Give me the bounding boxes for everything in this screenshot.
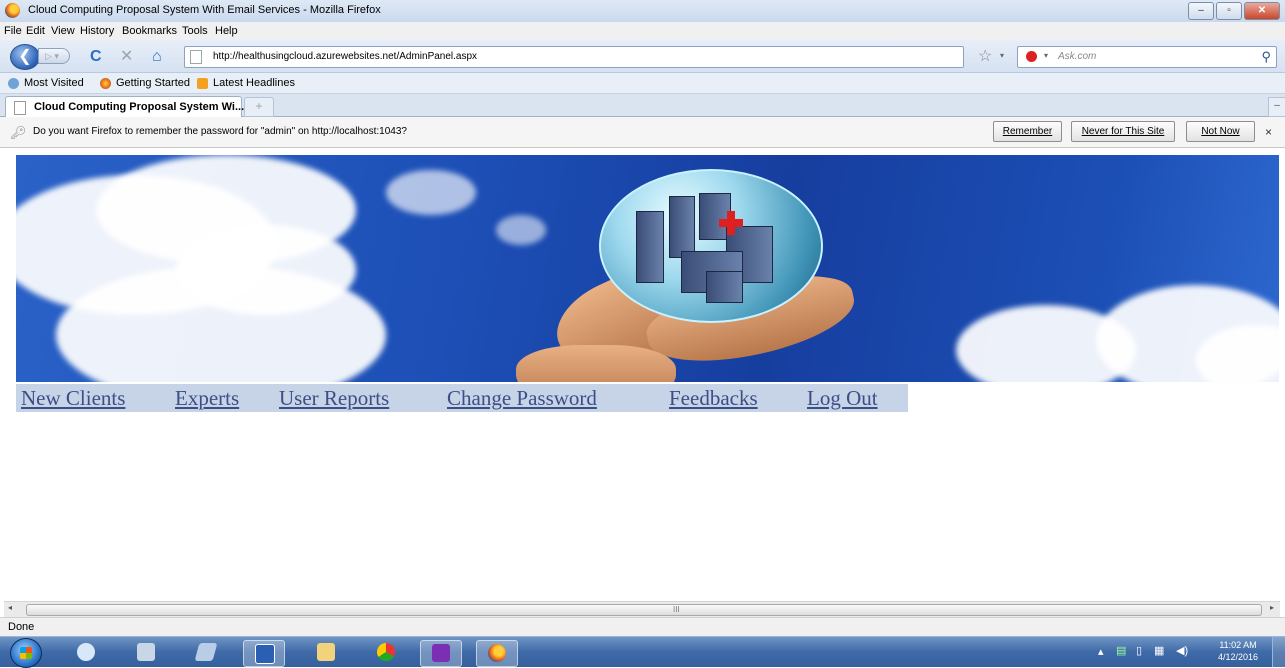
volume-icon[interactable]: ◀) [1176, 644, 1188, 657]
word-icon [255, 644, 275, 664]
nav-change-password-link[interactable]: Change Password [447, 386, 597, 411]
remember-button[interactable]: Remember [993, 121, 1062, 142]
close-notification-icon[interactable]: × [1265, 125, 1272, 139]
admin-navigation: New Clients Experts User Reports Change … [16, 384, 908, 412]
windows-logo-icon [20, 647, 32, 659]
clock-date: 4/12/2016 [1217, 652, 1259, 662]
bookmarks-toolbar: Most Visited Getting Started Latest Head… [0, 73, 1285, 94]
navigation-toolbar: ❮ ▷ ▾ C ✕ ⌂ http://healthusingcloud.azur… [0, 40, 1285, 73]
search-box[interactable]: ▾ Ask.com ⚲ [1017, 46, 1277, 68]
scrollbar-grip: III [673, 605, 680, 614]
menu-file[interactable]: File [4, 25, 22, 37]
cloud-city-globe [599, 169, 823, 323]
paint-icon [77, 643, 95, 661]
folder-icon [317, 643, 335, 661]
url-bar[interactable]: http://healthusingcloud.azurewebsites.ne… [184, 46, 964, 68]
tab-list-icon[interactable]: – [1268, 97, 1285, 117]
horizontal-scrollbar[interactable]: ◂ III ▸ [4, 601, 1280, 617]
search-icon[interactable]: ⚲ [1261, 49, 1271, 65]
menu-help[interactable]: Help [215, 25, 238, 37]
nav-log-out-link[interactable]: Log Out [807, 386, 878, 411]
battery-icon[interactable]: ▯ [1136, 644, 1142, 657]
bookmark-getting-started[interactable]: Getting Started [116, 77, 190, 89]
clock-time: 11:02 AM [1219, 640, 1257, 650]
visual-studio-icon [432, 644, 450, 662]
engine-dropdown-icon[interactable]: ▾ [1044, 51, 1048, 60]
menu-edit[interactable]: Edit [26, 25, 45, 37]
taskbar-notes-app[interactable] [186, 640, 226, 665]
forward-button[interactable]: ▷ ▾ [38, 48, 70, 64]
remember-label: Remember [1002, 126, 1053, 137]
rss-feed-icon [197, 78, 208, 89]
ask-logo-icon [1026, 51, 1037, 62]
nav-new-clients-link[interactable]: New Clients [21, 386, 125, 411]
bookmark-latest-headlines[interactable]: Latest Headlines [213, 77, 295, 89]
firefox-icon [100, 78, 111, 89]
taskbar-firefox-app[interactable] [476, 640, 518, 667]
window-title: Cloud Computing Proposal System With Ema… [28, 4, 381, 16]
scroll-right-icon[interactable]: ▸ [1270, 603, 1274, 612]
tray-app-icon[interactable]: ▤ [1116, 644, 1126, 657]
status-text: Done [8, 621, 35, 633]
taskbar-word-app[interactable] [243, 640, 285, 667]
page-icon [190, 50, 202, 64]
password-notification-bar: 🔑︎ Do you want Firefox to remember the p… [0, 117, 1285, 148]
most-visited-icon [8, 78, 19, 89]
not-now-label: Not Now [1201, 126, 1240, 137]
show-desktop-button[interactable] [1272, 637, 1285, 667]
menu-bar: File Edit View History Bookmarks Tools H… [0, 22, 1285, 40]
status-bar: Done [0, 617, 1285, 636]
firefox-icon [488, 644, 506, 662]
not-now-button[interactable]: Not Now [1186, 121, 1255, 142]
tab-title: Cloud Computing Proposal System Wi... [34, 101, 245, 113]
menu-history[interactable]: History [80, 25, 114, 37]
reload-icon[interactable]: C [90, 49, 102, 65]
chrome-icon [377, 643, 395, 661]
scroll-left-icon[interactable]: ◂ [8, 603, 12, 612]
taskbar-explorer-app[interactable] [306, 640, 346, 665]
back-button[interactable]: ❮ [10, 44, 40, 70]
bookmark-most-visited[interactable]: Most Visited [24, 77, 84, 89]
taskbar-paint-app[interactable] [66, 640, 106, 665]
minimize-icon[interactable]: – [1188, 2, 1214, 20]
url-text[interactable]: http://healthusingcloud.azurewebsites.ne… [213, 51, 477, 62]
firefox-icon [5, 3, 20, 18]
taskbar-chrome-app[interactable] [366, 640, 406, 665]
tab-strip: Cloud Computing Proposal System Wi... + … [0, 94, 1285, 117]
bookmark-star-icon[interactable]: ☆ [978, 46, 992, 66]
start-button[interactable] [10, 638, 42, 668]
stop-icon[interactable]: ✕ [120, 49, 133, 65]
never-for-this-site-button[interactable]: Never for This Site [1071, 121, 1175, 142]
page-icon [14, 101, 26, 115]
nav-experts-link[interactable]: Experts [175, 386, 239, 411]
network-icon[interactable]: ▦ [1154, 644, 1164, 657]
never-label: Never for This Site [1081, 126, 1165, 137]
taskbar-visual-studio-app[interactable] [420, 640, 462, 667]
nav-user-reports-link[interactable]: User Reports [279, 386, 389, 411]
dropdown-arrow-icon[interactable]: ▾ [1000, 51, 1004, 60]
tab-active[interactable]: Cloud Computing Proposal System Wi... [5, 96, 245, 117]
header-banner-image [16, 155, 1279, 382]
window-title-bar: Cloud Computing Proposal System With Ema… [0, 0, 1285, 23]
maximize-icon[interactable]: ▫ [1216, 2, 1242, 20]
nav-feedbacks-link[interactable]: Feedbacks [669, 386, 758, 411]
new-tab-button[interactable]: + [244, 97, 274, 117]
scrollbar-thumb[interactable]: III [26, 604, 1262, 616]
menu-view[interactable]: View [51, 25, 75, 37]
taskbar-calculator-app[interactable] [126, 640, 166, 665]
menu-tools[interactable]: Tools [182, 25, 208, 37]
notes-icon [194, 643, 218, 661]
notification-message: Do you want Firefox to remember the pass… [33, 126, 407, 137]
menu-bookmarks[interactable]: Bookmarks [122, 25, 177, 37]
system-clock[interactable]: 11:02 AM 4/12/2016 [1208, 639, 1268, 663]
close-icon[interactable]: ✕ [1244, 2, 1280, 20]
home-icon[interactable]: ⌂ [152, 49, 162, 65]
calculator-icon [137, 643, 155, 661]
show-hidden-icons-icon[interactable]: ▴ [1098, 645, 1104, 658]
windows-taskbar: ▴ ▤ ▯ ▦ ◀) 11:02 AM 4/12/2016 [0, 636, 1285, 668]
search-placeholder: Ask.com [1058, 51, 1097, 62]
key-icon: 🔑︎ [10, 125, 27, 140]
